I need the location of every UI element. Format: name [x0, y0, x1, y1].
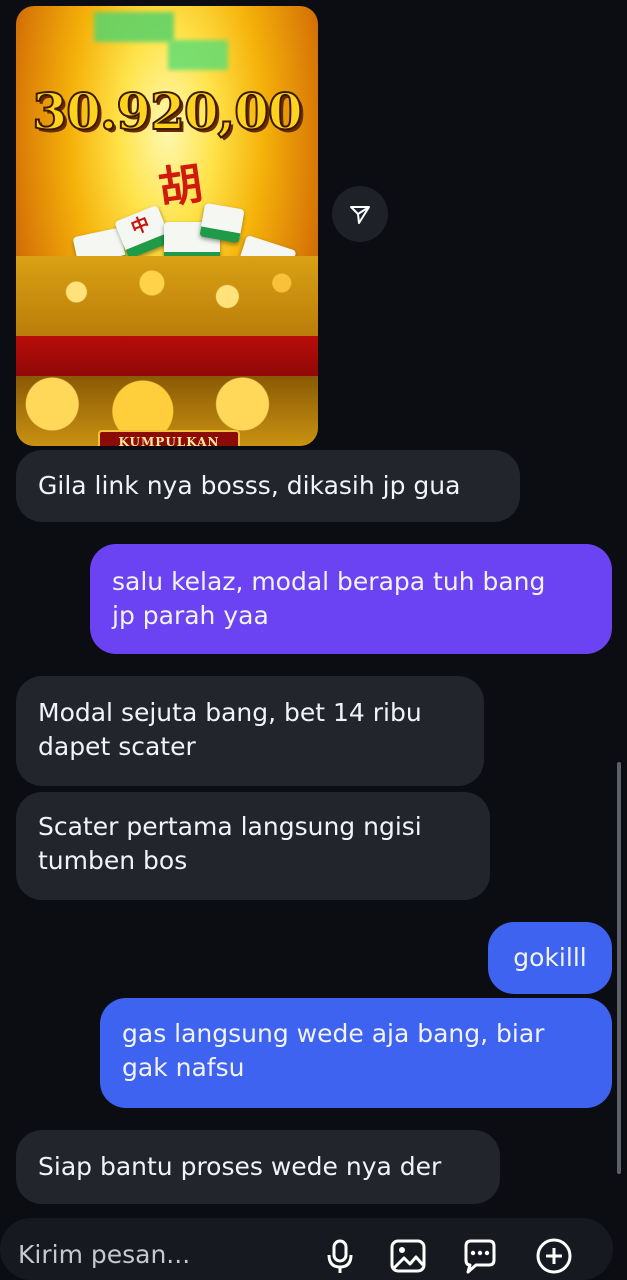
message-text: dapet scater	[38, 732, 196, 761]
received-message[interactable]: Siap bantu proses wede nya der	[16, 1130, 500, 1204]
sent-message[interactable]: gokilll	[488, 922, 612, 994]
shared-game-screenshot[interactable]: 30.920,00 胡 中 KUMPULKAN	[16, 6, 318, 446]
message-composer: Kirim pesan...	[0, 1210, 627, 1280]
share-button[interactable]	[332, 186, 388, 242]
message-text: Modal sejuta bang, bet 14 ribu	[38, 698, 422, 727]
message-text: gokilll	[513, 943, 587, 972]
message-text: Siap bantu proses wede nya der	[38, 1152, 442, 1181]
sticker-icon[interactable]	[460, 1236, 500, 1276]
message-text: tumben bos	[38, 846, 188, 875]
scrollbar[interactable]	[617, 762, 621, 1174]
sent-message[interactable]: salu kelaz, modal berapa tuh bang jp par…	[90, 544, 612, 654]
message-text: gas langsung wede aja bang, biar	[122, 1019, 545, 1048]
received-message[interactable]: Scater pertama langsung ngisi tumben bos	[16, 792, 490, 900]
image-icon[interactable]	[388, 1236, 428, 1276]
microphone-icon[interactable]	[320, 1236, 360, 1276]
message-input[interactable]: Kirim pesan...	[0, 1218, 613, 1280]
message-placeholder: Kirim pesan...	[18, 1240, 191, 1269]
message-text: jp parah yaa	[112, 601, 269, 630]
sent-message[interactable]: gas langsung wede aja bang, biar gak naf…	[100, 998, 612, 1108]
blur-mask	[94, 12, 174, 42]
received-message[interactable]: Gila link nya bosss, dikasih jp gua	[16, 450, 520, 522]
message-text: Scater pertama langsung ngisi	[38, 812, 422, 841]
received-message[interactable]: Modal sejuta bang, bet 14 ribu dapet sca…	[16, 676, 484, 786]
plus-icon[interactable]	[534, 1236, 574, 1276]
hu-glyph: 胡	[155, 158, 206, 215]
mahjong-tile	[199, 202, 245, 244]
win-amount: 30.920,00	[31, 81, 303, 142]
chat-thread[interactable]: 30.920,00 胡 中 KUMPULKAN Gila link nya bo…	[0, 0, 627, 1210]
message-text: salu kelaz, modal berapa tuh bang	[112, 567, 546, 596]
collect-button: KUMPULKAN	[98, 430, 240, 446]
zhong-glyph: 中	[128, 212, 153, 240]
send-icon	[350, 206, 370, 224]
message-text: gak nafsu	[122, 1053, 245, 1082]
blur-mask	[168, 40, 228, 70]
gold-coins	[16, 256, 318, 346]
message-text: Gila link nya bosss, dikasih jp gua	[38, 471, 461, 500]
